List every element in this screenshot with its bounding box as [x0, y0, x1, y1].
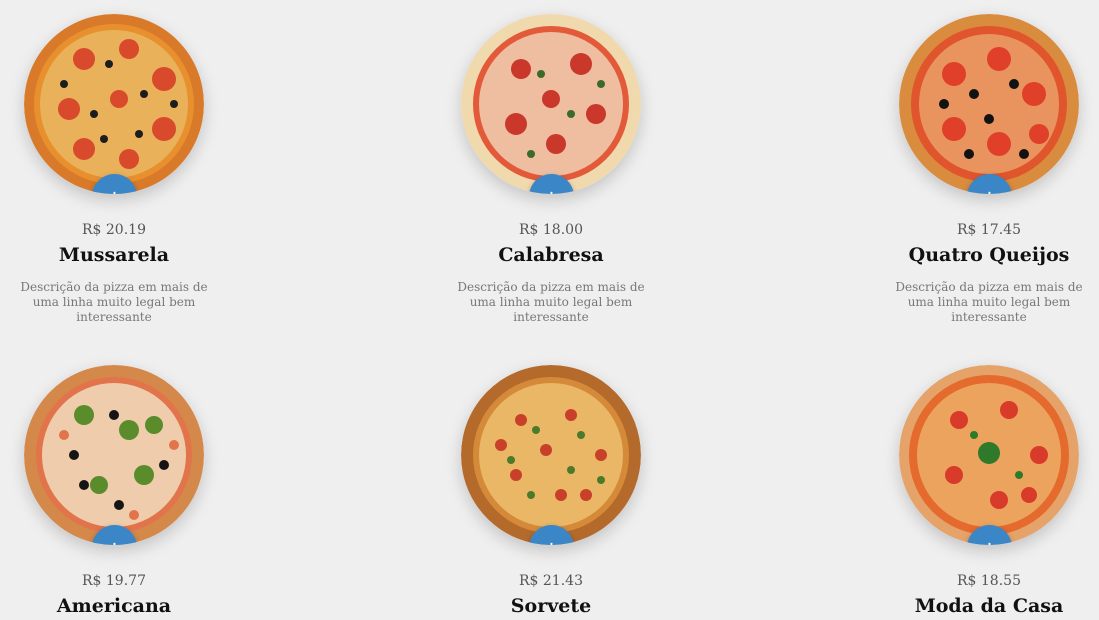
pizza-price: R$ 19.77 [82, 573, 146, 589]
pizza-card-mussarela[interactable]: + R$ 20.19 Mussarela Descrição da pizza … [4, 14, 224, 325]
pizza-name: Sorvete [510, 595, 592, 617]
pizza-name: Calabresa [498, 244, 604, 266]
pizza-description: Descrição da pizza em mais de uma linha … [895, 280, 1083, 324]
pizza-card-calabresa[interactable]: + R$ 18.00 Calabresa Descrição da pizza … [441, 14, 661, 325]
pizza-name: Mussarela [58, 244, 170, 266]
pizza-image[interactable]: + [461, 14, 641, 194]
pizza-grid: + R$ 20.19 Mussarela Descrição da pizza … [0, 0, 1099, 620]
pizza-price: R$ 17.45 [957, 222, 1021, 238]
pizza-card-sorvete[interactable]: + R$ 21.43 Sorvete [441, 365, 661, 617]
pizza-description: Descrição da pizza em mais de uma linha … [457, 280, 645, 324]
pizza-price: R$ 18.55 [957, 573, 1021, 589]
pizza-price: R$ 20.19 [82, 222, 146, 238]
pizza-image[interactable]: + [24, 365, 204, 545]
pizza-name: Quatro Queijos [908, 244, 1070, 266]
pizza-price: R$ 18.00 [519, 222, 583, 238]
pizza-image[interactable]: + [899, 365, 1079, 545]
pizza-description: Descrição da pizza em mais de uma linha … [20, 280, 208, 324]
pizza-image[interactable]: + [899, 14, 1079, 194]
pizza-name: Moda da Casa [914, 595, 1064, 617]
pizza-card-americana[interactable]: + R$ 19.77 Americana [4, 365, 224, 617]
pizza-image[interactable]: + [461, 365, 641, 545]
pizza-name: Americana [56, 595, 172, 617]
pizza-card-quatro-queijos[interactable]: + R$ 17.45 Quatro Queijos Descrição da p… [879, 14, 1099, 325]
pizza-price: R$ 21.43 [519, 573, 583, 589]
pizza-image[interactable]: + [24, 14, 204, 194]
pizza-card-moda-da-casa[interactable]: + R$ 18.55 Moda da Casa [879, 365, 1099, 617]
